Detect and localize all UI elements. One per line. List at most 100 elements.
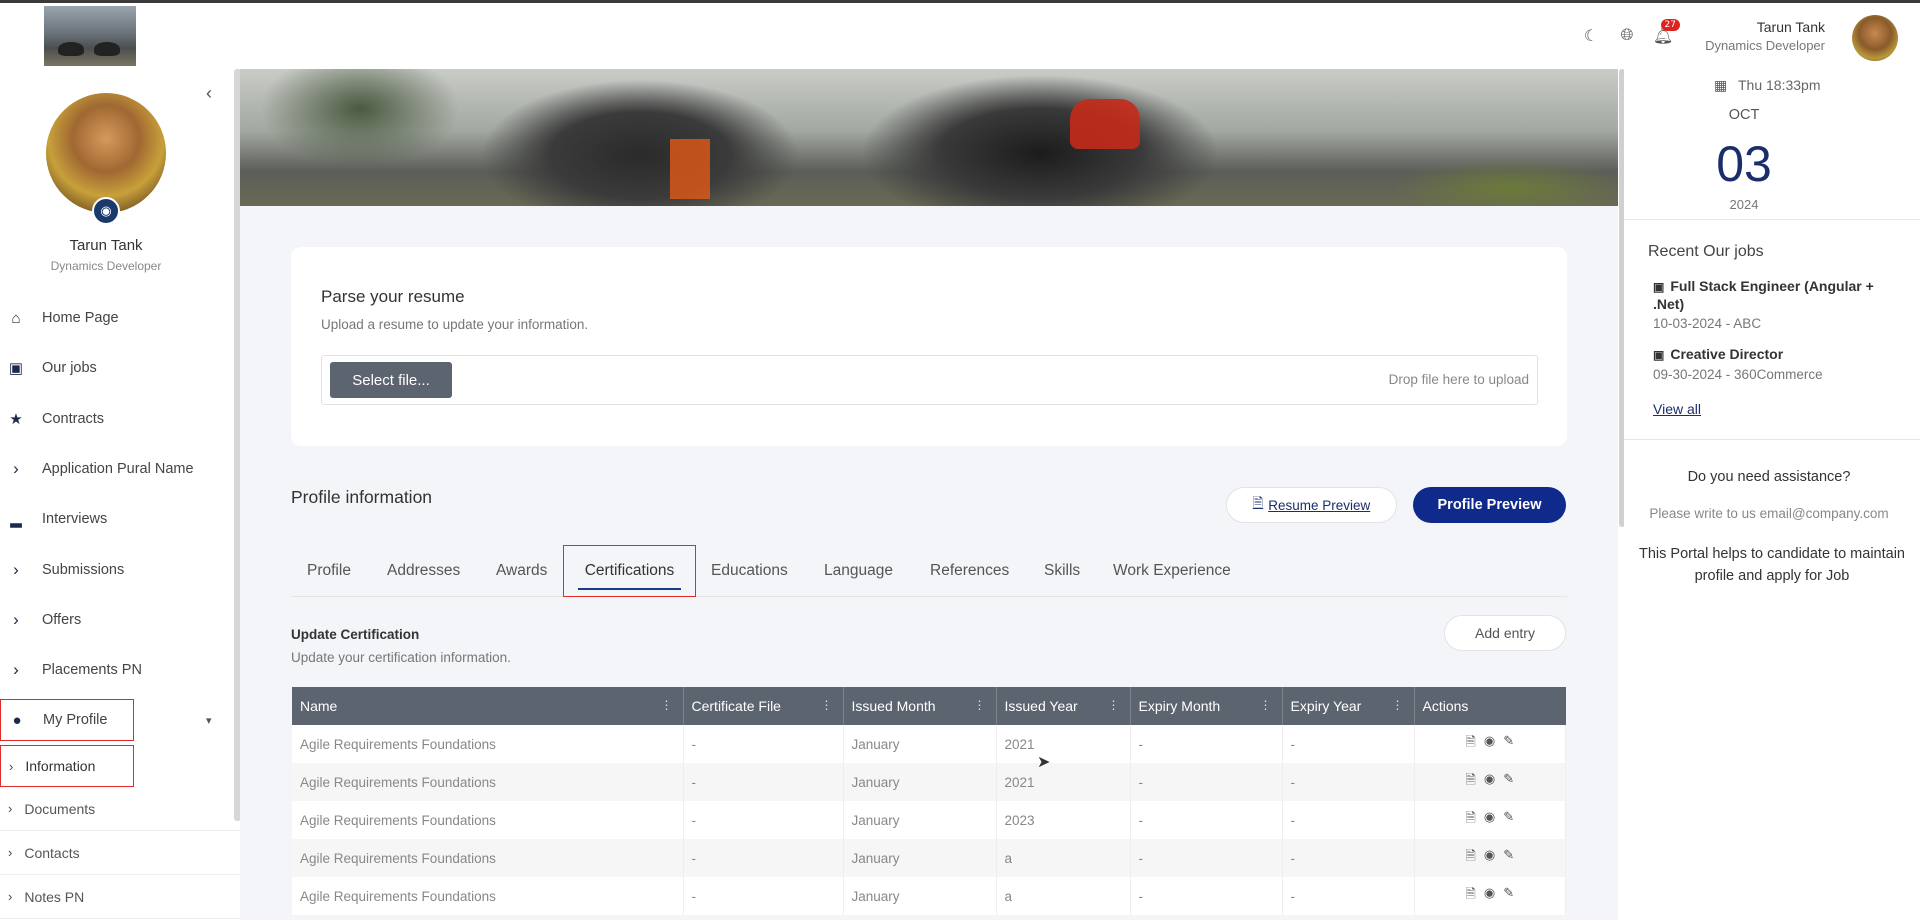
assistance-title: Do you need assistance? [1687, 469, 1851, 485]
tab-educations[interactable]: Educations [711, 545, 788, 597]
cell-issued-month: January [843, 801, 997, 839]
moon-icon[interactable]: ☾ [1580, 25, 1602, 47]
tab-profile[interactable]: Profile [307, 545, 351, 597]
sidebar-item-submissions[interactable]: › Submissions [0, 544, 232, 594]
cell-certificate-file: - [683, 763, 844, 801]
user-role: Dynamics Developer [1705, 38, 1825, 53]
cell-issued-month: January [843, 725, 997, 763]
view-all-link[interactable]: View all [1653, 401, 1701, 417]
column-header-issued-month[interactable]: Issued Month ⋮ [843, 687, 997, 725]
avatar[interactable] [1852, 15, 1898, 61]
column-menu-icon[interactable]: ⋮ [974, 698, 986, 712]
sidebar-item-our-jobs[interactable]: ▣ Our jobs [0, 343, 232, 393]
tab-awards[interactable]: Awards [496, 545, 547, 597]
column-menu-icon[interactable]: ⋮ [1260, 698, 1272, 712]
table-row: Agile Requirements Foundations - January… [292, 725, 1566, 763]
document-icon: 🗎︎ [1252, 495, 1264, 510]
update-certification-subtitle: Update your certification information. [291, 650, 511, 665]
sidebar-item-home[interactable]: ⌂ Home Page [0, 293, 232, 343]
column-header-certificate-file[interactable]: Certificate File ⋮ [683, 687, 844, 725]
cell-certificate-file: - [683, 801, 844, 839]
sidebar-item-label: My Profile [43, 712, 108, 729]
camera-icon[interactable]: ◉ [92, 197, 120, 225]
chevron-down-icon[interactable]: ▾ [206, 714, 212, 727]
sidebar-item-interviews[interactable]: ▂ Interviews [0, 494, 232, 544]
tab-addresses[interactable]: Addresses [387, 545, 460, 597]
user-info[interactable]: Tarun Tank Dynamics Developer [1705, 19, 1825, 53]
edit-icon[interactable]: ✎ [1503, 771, 1514, 793]
sidebar-subitem-information[interactable]: › Information [0, 745, 134, 788]
file-upload-zone[interactable]: Select file... Drop file here to upload [321, 355, 1538, 405]
sidebar-item-applications[interactable]: › Application Pural Name [0, 444, 232, 494]
tab-work-experience[interactable]: Work Experience [1113, 545, 1231, 597]
recent-job-item[interactable]: ▣ Full Stack Engineer (Angular + .Net) 10… [1653, 278, 1893, 331]
file-icon[interactable]: 🗎︎ [1465, 771, 1475, 793]
column-menu-icon[interactable]: ⋮ [1108, 698, 1120, 712]
home-icon: ⌂ [11, 309, 21, 327]
view-icon[interactable]: ◉ [1484, 885, 1495, 907]
sidebar-item-label: Submissions [42, 561, 125, 578]
column-header-expiry-month[interactable]: Expiry Month ⋮ [1130, 687, 1283, 725]
file-icon[interactable]: 🗎︎ [1465, 733, 1475, 755]
column-header-issued-year[interactable]: Issued Year ⋮ [996, 687, 1131, 725]
cell-actions: 🗎︎ ◉ ✎ [1414, 763, 1566, 801]
table-row: Agile Requirements Foundations - January… [292, 763, 1566, 801]
job-title: Full Stack Engineer (Angular + .Net) [1653, 278, 1874, 312]
sidebar-item-my-profile[interactable]: ● My Profile [0, 699, 134, 742]
file-icon[interactable]: 🗎︎ [1465, 885, 1475, 907]
cell-issued-year: 2021 [996, 725, 1131, 763]
column-header-expiry-year[interactable]: Expiry Year ⋮ [1282, 687, 1415, 725]
sidebar-item-label: Application Pural Name [42, 461, 194, 478]
collapse-sidebar-icon[interactable]: ‹ [206, 83, 212, 104]
edit-icon[interactable]: ✎ [1503, 885, 1514, 907]
sidebar-subitem-label: Notes PN [24, 888, 85, 905]
sidebar-item-placements[interactable]: › Placements PN [0, 645, 232, 695]
tab-references[interactable]: References [930, 545, 1009, 597]
sidebar-item-offers[interactable]: › Offers [0, 595, 232, 645]
edit-icon[interactable]: ✎ [1503, 733, 1514, 755]
view-icon[interactable]: ◉ [1484, 733, 1495, 755]
assistance-description: This Portal helps to candidate to mainta… [1639, 546, 1905, 584]
view-icon[interactable]: ◉ [1484, 771, 1495, 793]
column-menu-icon[interactable]: ⋮ [661, 698, 673, 712]
tab-language[interactable]: Language [824, 545, 893, 597]
select-file-button[interactable]: Select file... [330, 362, 452, 398]
column-label: Issued Year [1004, 698, 1078, 714]
bell-icon[interactable]: 🔔︎ 27 [1652, 19, 1680, 47]
company-logo[interactable] [44, 6, 136, 66]
sidebar-item-contracts[interactable]: ★ Contracts [0, 394, 232, 444]
sidebar-subitem-documents[interactable]: › Documents [0, 787, 240, 832]
file-icon[interactable]: 🗎︎ [1465, 847, 1475, 869]
job-detail: 10-03-2024 - ABC [1653, 316, 1762, 331]
briefcase-icon: ▣ [1653, 280, 1665, 294]
chevron-right-icon: › [13, 459, 19, 479]
column-label: Certificate File [691, 698, 781, 714]
cell-certificate-file: - [683, 877, 844, 915]
cell-expiry-year: - [1282, 725, 1415, 763]
cell-issued-month: January [843, 839, 997, 877]
chevron-right-icon: › [8, 889, 13, 905]
tab-skills[interactable]: Skills [1044, 545, 1080, 597]
user-icon: ● [12, 711, 22, 729]
file-icon[interactable]: 🗎︎ [1465, 809, 1475, 831]
globe-icon[interactable]: 🌐︎ [1616, 25, 1638, 47]
view-icon[interactable]: ◉ [1484, 847, 1495, 869]
divider [1624, 219, 1920, 220]
sidebar-subitem-label: Information [25, 758, 96, 775]
divider [1624, 439, 1920, 440]
date-day: 03 [1716, 136, 1772, 192]
column-menu-icon[interactable]: ⋮ [1392, 698, 1404, 712]
profile-preview-button[interactable]: Profile Preview [1413, 487, 1566, 523]
edit-icon[interactable]: ✎ [1503, 847, 1514, 869]
edit-icon[interactable]: ✎ [1503, 809, 1514, 831]
resume-preview-button[interactable]: 🗎︎ Resume Preview [1226, 487, 1397, 523]
cell-issued-year: 2023 [996, 801, 1131, 839]
sidebar-subitem-contacts[interactable]: › Contacts [0, 831, 240, 876]
tab-certifications[interactable]: Certifications [563, 545, 696, 597]
column-menu-icon[interactable]: ⋮ [821, 698, 833, 712]
sidebar-subitem-notes[interactable]: › Notes PN [0, 875, 240, 920]
column-header-name[interactable]: Name ⋮ [292, 687, 684, 725]
view-icon[interactable]: ◉ [1484, 809, 1495, 831]
add-entry-button[interactable]: Add entry [1444, 615, 1566, 651]
recent-job-item[interactable]: ▣ Creative Director 09-30-2024 - 360Comme… [1653, 346, 1893, 382]
